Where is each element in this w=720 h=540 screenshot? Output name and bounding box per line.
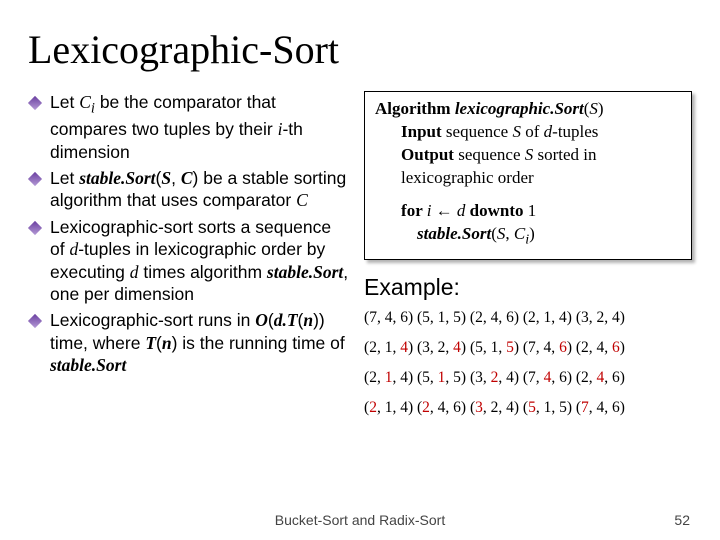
algo-line: stable.Sort(S, Ci) bbox=[417, 223, 681, 250]
slide-title: Lexicographic-Sort bbox=[28, 26, 692, 73]
diamond-icon bbox=[28, 314, 42, 328]
diamond-icon bbox=[28, 221, 42, 235]
algo-line: Input sequence S of d-tuples bbox=[401, 121, 681, 144]
bullet-4: Lexicographic-sort runs in O(d.T(n)) tim… bbox=[28, 309, 350, 376]
algorithm-box: Algorithm lexicographic.Sort(S) Input se… bbox=[364, 91, 692, 260]
algo-line: for i ← d downto 1 bbox=[401, 200, 681, 223]
bullet-text: Lexicographic-sort runs in O(d.T(n)) tim… bbox=[50, 309, 350, 376]
bullet-1: Let Ci be the comparator that compares t… bbox=[28, 91, 350, 163]
diamond-icon bbox=[28, 96, 42, 110]
spacer bbox=[375, 190, 681, 200]
example-row-4: (2, 1, 4) (2, 4, 6) (3, 2, 4) (5, 1, 5) … bbox=[364, 399, 692, 417]
example-heading: Example: bbox=[364, 274, 692, 301]
left-column: Let Ci be the comparator that compares t… bbox=[28, 91, 350, 429]
example-row-2: (2, 1, 4) (3, 2, 4) (5, 1, 5) (7, 4, 6) … bbox=[364, 339, 692, 357]
diamond-icon bbox=[28, 172, 42, 186]
bullet-3: Lexicographic-sort sorts a sequence of d… bbox=[28, 216, 350, 306]
page-number: 52 bbox=[674, 512, 690, 528]
bullet-2: Let stable.Sort(S, C) be a stable sortin… bbox=[28, 167, 350, 212]
bullet-text: Lexicographic-sort sorts a sequence of d… bbox=[50, 216, 350, 306]
slide: Lexicographic-Sort Let Ci be the compara… bbox=[0, 0, 720, 540]
columns: Let Ci be the comparator that compares t… bbox=[28, 91, 692, 429]
footer-center: Bucket-Sort and Radix-Sort bbox=[0, 512, 720, 528]
algo-line: Output sequence S sorted in lexicographi… bbox=[401, 144, 681, 190]
bullet-text: Let stable.Sort(S, C) be a stable sortin… bbox=[50, 167, 350, 212]
right-column: Algorithm lexicographic.Sort(S) Input se… bbox=[364, 91, 692, 429]
bullet-text: Let Ci be the comparator that compares t… bbox=[50, 91, 350, 163]
example-row-1: (7, 4, 6) (5, 1, 5) (2, 4, 6) (2, 1, 4) … bbox=[364, 309, 692, 327]
algo-line: Algorithm lexicographic.Sort(S) bbox=[375, 98, 681, 121]
example-row-3: (2, 1, 4) (5, 1, 5) (3, 2, 4) (7, 4, 6) … bbox=[364, 369, 692, 387]
